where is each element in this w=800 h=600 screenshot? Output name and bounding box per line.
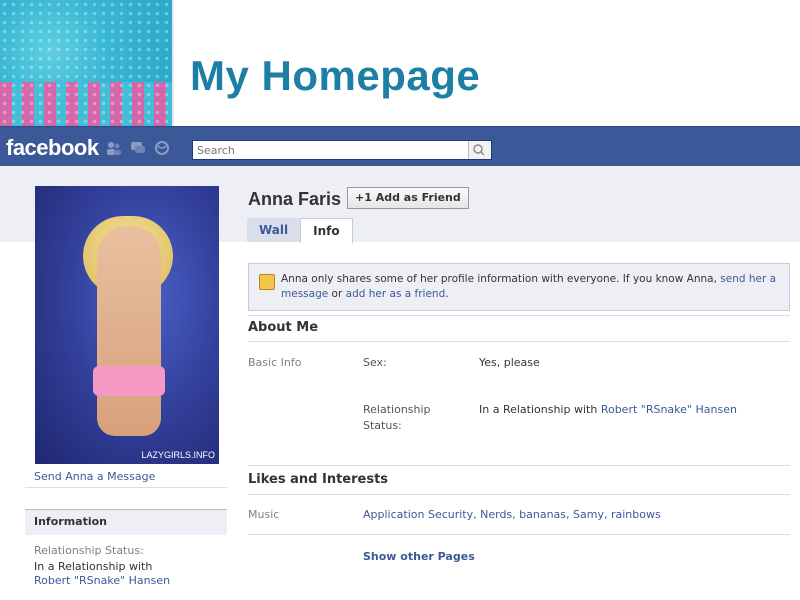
add-friend-link[interactable]: add her as a friend: [346, 288, 446, 300]
profile-tabs: Wall Info: [247, 218, 353, 243]
profile-name: Anna Faris: [248, 189, 342, 209]
add-friend-icon: +1: [355, 191, 376, 204]
profile-photo[interactable]: LAZYGIRLS.INFO: [35, 186, 219, 464]
relationship-label: Relationship Status:: [363, 403, 431, 432]
information-heading: Information: [34, 515, 107, 528]
topbar-icons: [106, 140, 170, 155]
search-box: [192, 140, 492, 160]
slide-decoration: [0, 0, 172, 126]
facebook-topbar: facebook: [0, 126, 800, 167]
divider: [248, 341, 790, 342]
add-friend-label: Add as Friend: [375, 191, 461, 204]
add-friend-button[interactable]: +1 Add as Friend: [347, 187, 469, 209]
slide-title: My Homepage: [190, 52, 481, 99]
divider: [248, 534, 790, 535]
globe-icon[interactable]: [154, 140, 170, 155]
privacy-notice: Anna only shares some of her profile inf…: [248, 263, 790, 311]
divider: [248, 494, 790, 495]
relationship-partner-link[interactable]: Robert "RSnake" Hansen: [601, 403, 737, 416]
search-icon: [473, 144, 485, 156]
information-box: Information: [25, 509, 227, 535]
sidebar-partner-link[interactable]: Robert "RSnake" Hansen: [34, 574, 170, 588]
basic-info-label: Basic Info: [248, 356, 302, 369]
send-message-link-sidebar[interactable]: Send Anna a Message: [34, 470, 155, 483]
tab-wall[interactable]: Wall: [247, 218, 301, 242]
about-heading: About Me: [248, 320, 319, 335]
notice-end: .: [445, 288, 449, 300]
lock-icon: [259, 274, 275, 290]
facebook-logo[interactable]: facebook: [6, 135, 99, 161]
sidebar-relationship-value: In a Relationship with Robert "RSnake" H…: [34, 560, 171, 588]
relationship-value: In a Relationship with Robert "RSnake" H…: [479, 403, 737, 416]
show-other-pages-link[interactable]: Show other Pages: [363, 550, 475, 563]
tab-info[interactable]: Info: [300, 218, 353, 243]
divider: [25, 487, 227, 488]
notice-text: Anna only shares some of her profile inf…: [281, 273, 717, 285]
music-label: Music: [248, 508, 280, 521]
divider: [248, 315, 790, 316]
divider: [248, 465, 790, 466]
sex-label: Sex:: [363, 356, 387, 369]
sex-value: Yes, please: [479, 356, 540, 369]
friends-icon[interactable]: [106, 140, 122, 155]
sidebar-relationship-label: Relationship Status:: [34, 544, 144, 557]
slide-divider: [172, 0, 174, 126]
notice-mid: or: [331, 288, 343, 300]
search-input[interactable]: [197, 142, 467, 158]
music-value[interactable]: Application Security, Nerds, bananas, Sa…: [363, 508, 661, 521]
photo-watermark: LAZYGIRLS.INFO: [141, 450, 215, 460]
search-button[interactable]: [468, 141, 491, 159]
likes-heading: Likes and Interests: [248, 472, 389, 487]
messages-icon[interactable]: [130, 140, 146, 154]
